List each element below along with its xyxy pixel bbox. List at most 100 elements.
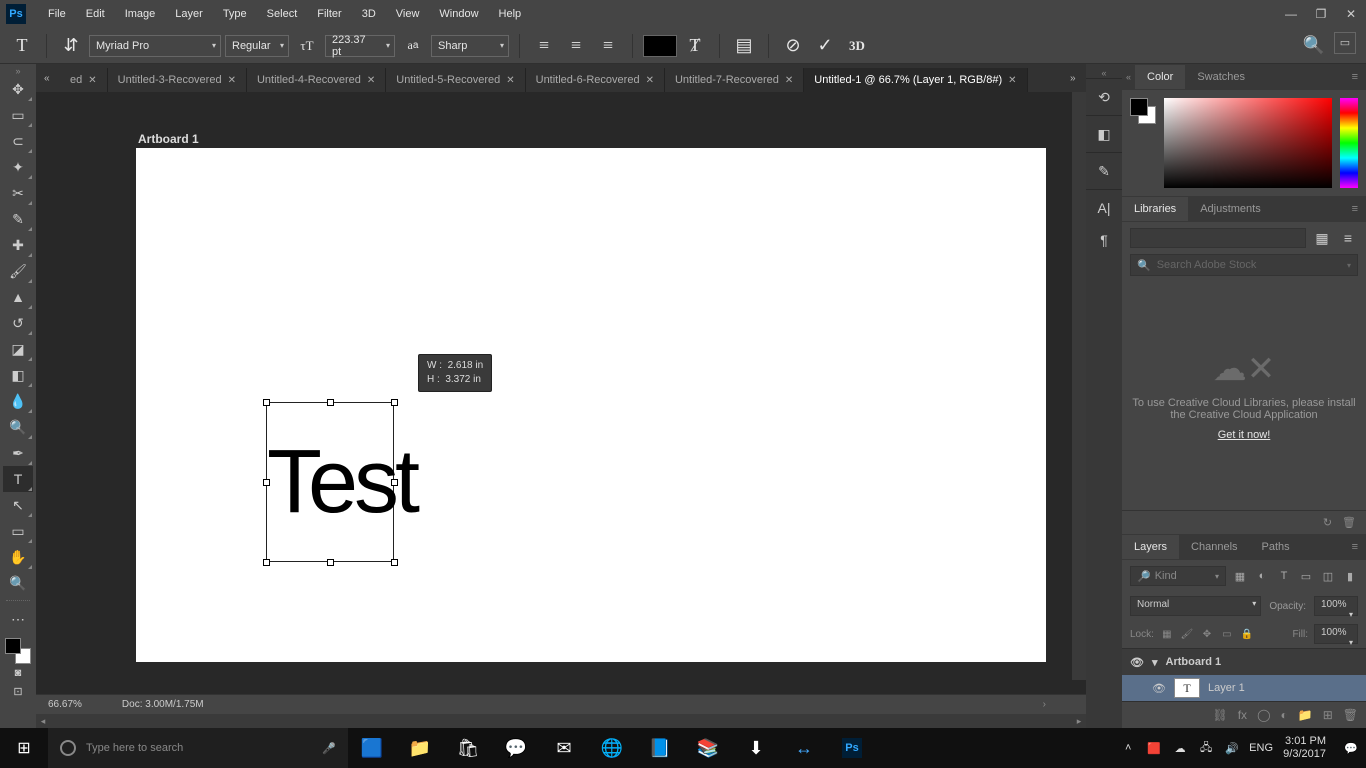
visibility-icon[interactable]: 👁	[1152, 682, 1166, 695]
taskbar-explorer-icon[interactable]: 📁	[396, 728, 444, 768]
transform-handle[interactable]	[327, 559, 334, 566]
text-color-swatch[interactable]	[643, 35, 677, 57]
adjustments-tab[interactable]: Adjustments	[1188, 197, 1273, 221]
vertical-scrollbar[interactable]	[1072, 92, 1086, 680]
tray-app-icon[interactable]: 🟥	[1145, 742, 1163, 755]
panel-menu-icon[interactable]: ≡	[1344, 199, 1366, 219]
tab-close-icon[interactable]: ✕	[506, 75, 514, 86]
trash-icon[interactable]: 🗑	[1342, 516, 1356, 529]
menu-3d[interactable]: 3D	[352, 4, 386, 24]
menu-layer[interactable]: Layer	[165, 4, 213, 24]
filter-type-icon[interactable]: T	[1276, 568, 1292, 584]
font-style-select[interactable]: Regular	[225, 35, 289, 57]
zoom-tool-icon[interactable]: 🔍	[3, 570, 33, 596]
get-it-now-link[interactable]: Get it now!	[1218, 429, 1271, 441]
taskbar-photoshop-icon[interactable]: Ps	[828, 728, 876, 768]
dodge-tool-icon[interactable]: 🔍	[3, 414, 33, 440]
pen-tool-icon[interactable]: ✒	[3, 440, 33, 466]
layer-filter-kind[interactable]: 🔎Kind▾	[1130, 566, 1226, 586]
panel-menu-icon[interactable]: ≡	[1344, 537, 1366, 557]
eraser-tool-icon[interactable]: ◪	[3, 336, 33, 362]
opacity-input[interactable]: 100%	[1314, 596, 1358, 616]
canvas[interactable]: Artboard 1 Test W : 2.618 in H : 3.372 i…	[36, 92, 1086, 694]
tray-language[interactable]: ENG	[1249, 742, 1267, 754]
tray-clock[interactable]: 3:01 PM 9/3/2017	[1275, 735, 1334, 761]
filter-shape-icon[interactable]: ▭	[1298, 568, 1314, 584]
crop-tool-icon[interactable]: ✂	[3, 180, 33, 206]
color-fg-bg[interactable]	[1130, 98, 1156, 124]
delete-layer-icon[interactable]: 🗑	[1343, 708, 1358, 722]
tabs-scroll-right-icon[interactable]: »	[1070, 73, 1086, 84]
fill-input[interactable]: 100%	[1314, 624, 1358, 644]
zoom-level[interactable]: 66.67%	[48, 699, 82, 710]
type-tool-icon[interactable]: T	[3, 466, 33, 492]
tabs-scroll-left-icon[interactable]: «	[44, 73, 60, 84]
filter-pixel-icon[interactable]: ▦	[1232, 568, 1248, 584]
lock-image-icon[interactable]: 🖌	[1180, 629, 1194, 640]
taskbar-edge-icon[interactable]: 🟦	[348, 728, 396, 768]
menu-filter[interactable]: Filter	[307, 4, 351, 24]
transform-handle[interactable]	[263, 479, 270, 486]
menu-type[interactable]: Type	[213, 4, 257, 24]
fx-icon[interactable]: fx	[1238, 708, 1247, 722]
tool-preset-type-icon[interactable]: T	[8, 32, 36, 60]
document-tab[interactable]: Untitled-6-Recovered✕	[526, 68, 665, 92]
layer-name[interactable]: Layer 1	[1208, 682, 1245, 694]
tab-close-icon[interactable]: ✕	[785, 75, 793, 86]
warp-text-icon[interactable]: Ⱦ	[681, 32, 709, 60]
layer-thumb-icon[interactable]: T	[1174, 678, 1200, 698]
doc-size[interactable]: Doc: 3.00M/1.75M	[122, 699, 204, 710]
taskbar-idm-icon[interactable]: ⬇	[732, 728, 780, 768]
libraries-tab[interactable]: Libraries	[1122, 197, 1188, 221]
stamp-tool-icon[interactable]: ▲	[3, 284, 33, 310]
mask-icon[interactable]: ◯	[1257, 708, 1270, 722]
screenmode-icon[interactable]: ⊡	[3, 682, 33, 700]
align-right-icon[interactable]: ≡	[594, 32, 622, 60]
blur-tool-icon[interactable]: 💧	[3, 388, 33, 414]
edit-toolbar-icon[interactable]: ⋯	[3, 606, 33, 632]
color-tab[interactable]: Color	[1135, 65, 1185, 89]
tray-onedrive-icon[interactable]: ☁	[1171, 742, 1189, 755]
taskbar-chrome-icon[interactable]: 🌐	[588, 728, 636, 768]
menu-edit[interactable]: Edit	[76, 4, 115, 24]
filter-toggle-icon[interactable]: ▮	[1342, 568, 1358, 584]
taskbar-skype-icon[interactable]: 💬	[492, 728, 540, 768]
library-search-input[interactable]: 🔍 Search Adobe Stock ▾	[1130, 254, 1358, 276]
menu-select[interactable]: Select	[257, 4, 308, 24]
status-menu-icon[interactable]: ›	[1043, 699, 1086, 710]
tab-close-icon[interactable]: ✕	[646, 75, 654, 86]
document-tab[interactable]: Untitled-7-Recovered✕	[665, 68, 804, 92]
document-tab[interactable]: Untitled-4-Recovered✕	[247, 68, 386, 92]
gradient-tool-icon[interactable]: ◧	[3, 362, 33, 388]
lock-all-icon[interactable]: 🔒	[1240, 629, 1254, 640]
transform-handle[interactable]	[391, 559, 398, 566]
properties-panel-icon[interactable]: ◧	[1094, 124, 1114, 144]
color-spectrum[interactable]	[1164, 98, 1332, 188]
document-tab[interactable]: Untitled-5-Recovered✕	[386, 68, 525, 92]
transform-handle[interactable]	[263, 399, 270, 406]
font-family-select[interactable]: Myriad Pro	[89, 35, 221, 57]
paths-tab[interactable]: Paths	[1250, 535, 1302, 559]
font-size-input[interactable]: 223.37 pt	[325, 35, 395, 57]
history-brush-tool-icon[interactable]: ↺	[3, 310, 33, 336]
character-panel-icon[interactable]: ▤	[730, 32, 758, 60]
transform-handle[interactable]	[263, 559, 270, 566]
align-center-icon[interactable]: ≡	[562, 32, 590, 60]
layer-row[interactable]: 👁 T Layer 1	[1122, 675, 1366, 701]
history-panel-icon[interactable]: ⟲	[1094, 87, 1114, 107]
link-layers-icon[interactable]: ⛓	[1212, 708, 1227, 722]
lock-transparency-icon[interactable]: ▦	[1160, 629, 1174, 640]
character-panel-icon[interactable]: A|	[1094, 198, 1114, 218]
transform-handle[interactable]	[391, 479, 398, 486]
artboard-group-row[interactable]: 👁 ▾ Artboard 1	[1122, 649, 1366, 675]
cloud-sync-icon[interactable]: ↻	[1323, 516, 1332, 529]
action-center-icon[interactable]: 💬	[1342, 742, 1360, 755]
visibility-icon[interactable]: 👁	[1130, 656, 1144, 669]
horizontal-scrollbar[interactable]: ◂▸	[36, 714, 1086, 728]
list-view-icon[interactable]: ≡	[1338, 228, 1358, 248]
channels-tab[interactable]: Channels	[1179, 535, 1249, 559]
library-select[interactable]	[1130, 228, 1306, 248]
grid-view-icon[interactable]: ▦	[1312, 228, 1332, 248]
lock-artboard-icon[interactable]: ▭	[1220, 629, 1234, 640]
swatches-tab[interactable]: Swatches	[1185, 65, 1257, 89]
